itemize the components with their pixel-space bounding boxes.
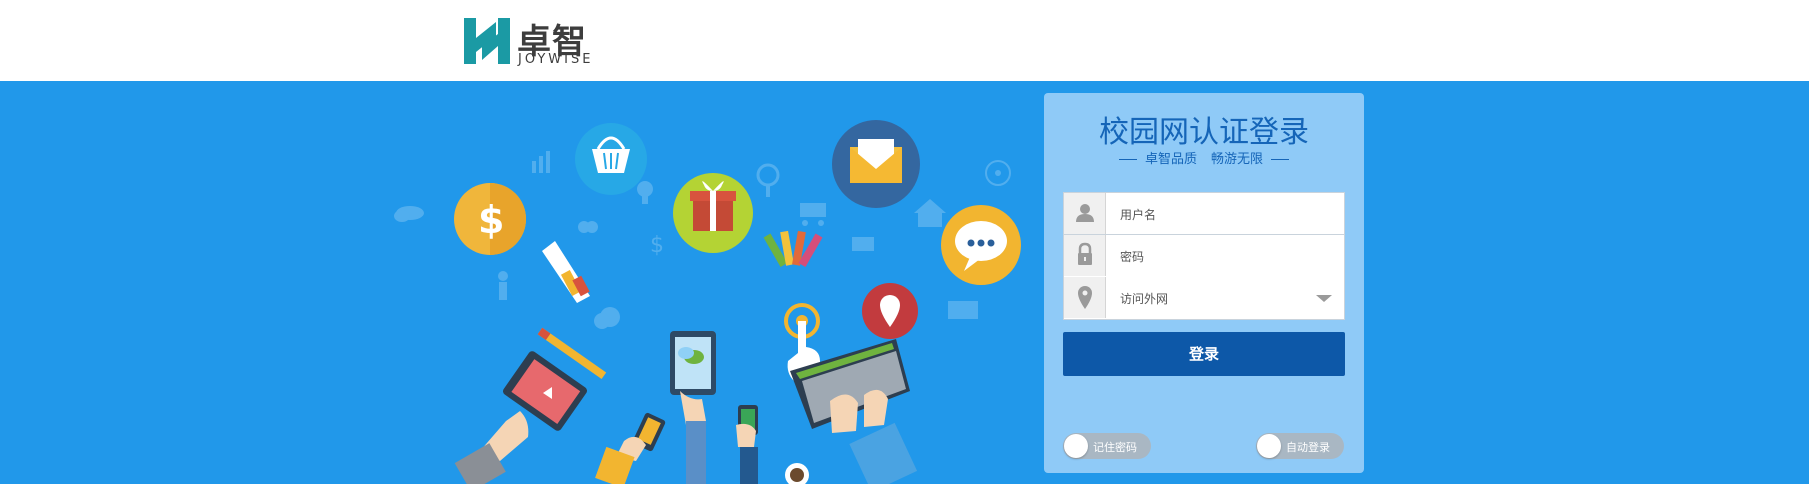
banner: $ $ 校园网认证登录 卓智品质 畅游无限 用户名 密码 访问外网 登录 记住密… xyxy=(0,81,1809,484)
login-subtitle: 卓智品质 畅游无限 xyxy=(1044,148,1364,167)
network-select[interactable]: 访问外网 xyxy=(1063,277,1345,320)
subtitle-dash-left xyxy=(1118,159,1137,160)
lock-icon xyxy=(1078,242,1092,265)
mail-icon xyxy=(832,120,920,208)
logo-text-english: JOYWISE xyxy=(518,52,594,67)
auto-login-label: 自动登录 xyxy=(1286,441,1330,454)
user-icon-box xyxy=(1064,193,1106,234)
color-swatch-icon xyxy=(763,230,823,268)
logo-mark-icon xyxy=(464,18,510,64)
username-placeholder: 用户名 xyxy=(1120,208,1157,222)
gift-icon xyxy=(673,173,753,253)
basket-icon xyxy=(575,123,647,195)
user-icon xyxy=(1076,204,1094,222)
bar-chart-icon xyxy=(542,241,590,303)
auto-login-toggle[interactable]: 自动登录 xyxy=(1256,433,1344,459)
subtitle-right: 畅游无限 xyxy=(1211,152,1264,167)
photo-tablet-icon xyxy=(454,351,588,484)
footer xyxy=(0,484,1809,499)
svg-text:$: $ xyxy=(650,233,664,258)
tablet-icon xyxy=(670,331,716,484)
location-pin-icon xyxy=(1078,286,1092,309)
remember-password-label: 记住密码 xyxy=(1093,441,1137,454)
remember-password-toggle[interactable]: 记住密码 xyxy=(1063,433,1151,459)
password-placeholder: 密码 xyxy=(1120,250,1145,264)
login-title: 校园网认证登录 xyxy=(1099,115,1309,150)
location-icon-box xyxy=(1064,277,1106,318)
dollar-icon: $ xyxy=(454,183,526,255)
lock-icon-box xyxy=(1064,235,1106,276)
chevron-down-icon[interactable] xyxy=(1316,295,1332,302)
subtitle-left: 卓智品质 xyxy=(1144,152,1197,167)
network-selected-value: 访问外网 xyxy=(1120,292,1169,306)
banner-illustration: $ $ xyxy=(394,120,1074,484)
subtitle-dash-right xyxy=(1271,159,1290,160)
toggle-knob xyxy=(1257,434,1281,458)
password-field[interactable]: 密码 xyxy=(1063,235,1345,278)
location-marker-icon xyxy=(862,283,918,339)
mobile-icon xyxy=(736,405,758,484)
login-panel: 校园网认证登录 卓智品质 畅游无限 用户名 密码 访问外网 登录 记住密码 自动… xyxy=(1044,93,1364,473)
username-field[interactable]: 用户名 xyxy=(1063,192,1345,235)
toggle-knob xyxy=(1064,434,1088,458)
login-button[interactable]: 登录 xyxy=(1063,332,1345,376)
logo[interactable]: 卓智 JOYWISE xyxy=(462,14,602,67)
svg-text:$: $ xyxy=(478,198,504,242)
chat-icon xyxy=(941,205,1021,285)
phone-icon xyxy=(595,412,666,484)
header: 卓智 JOYWISE xyxy=(0,0,1809,81)
